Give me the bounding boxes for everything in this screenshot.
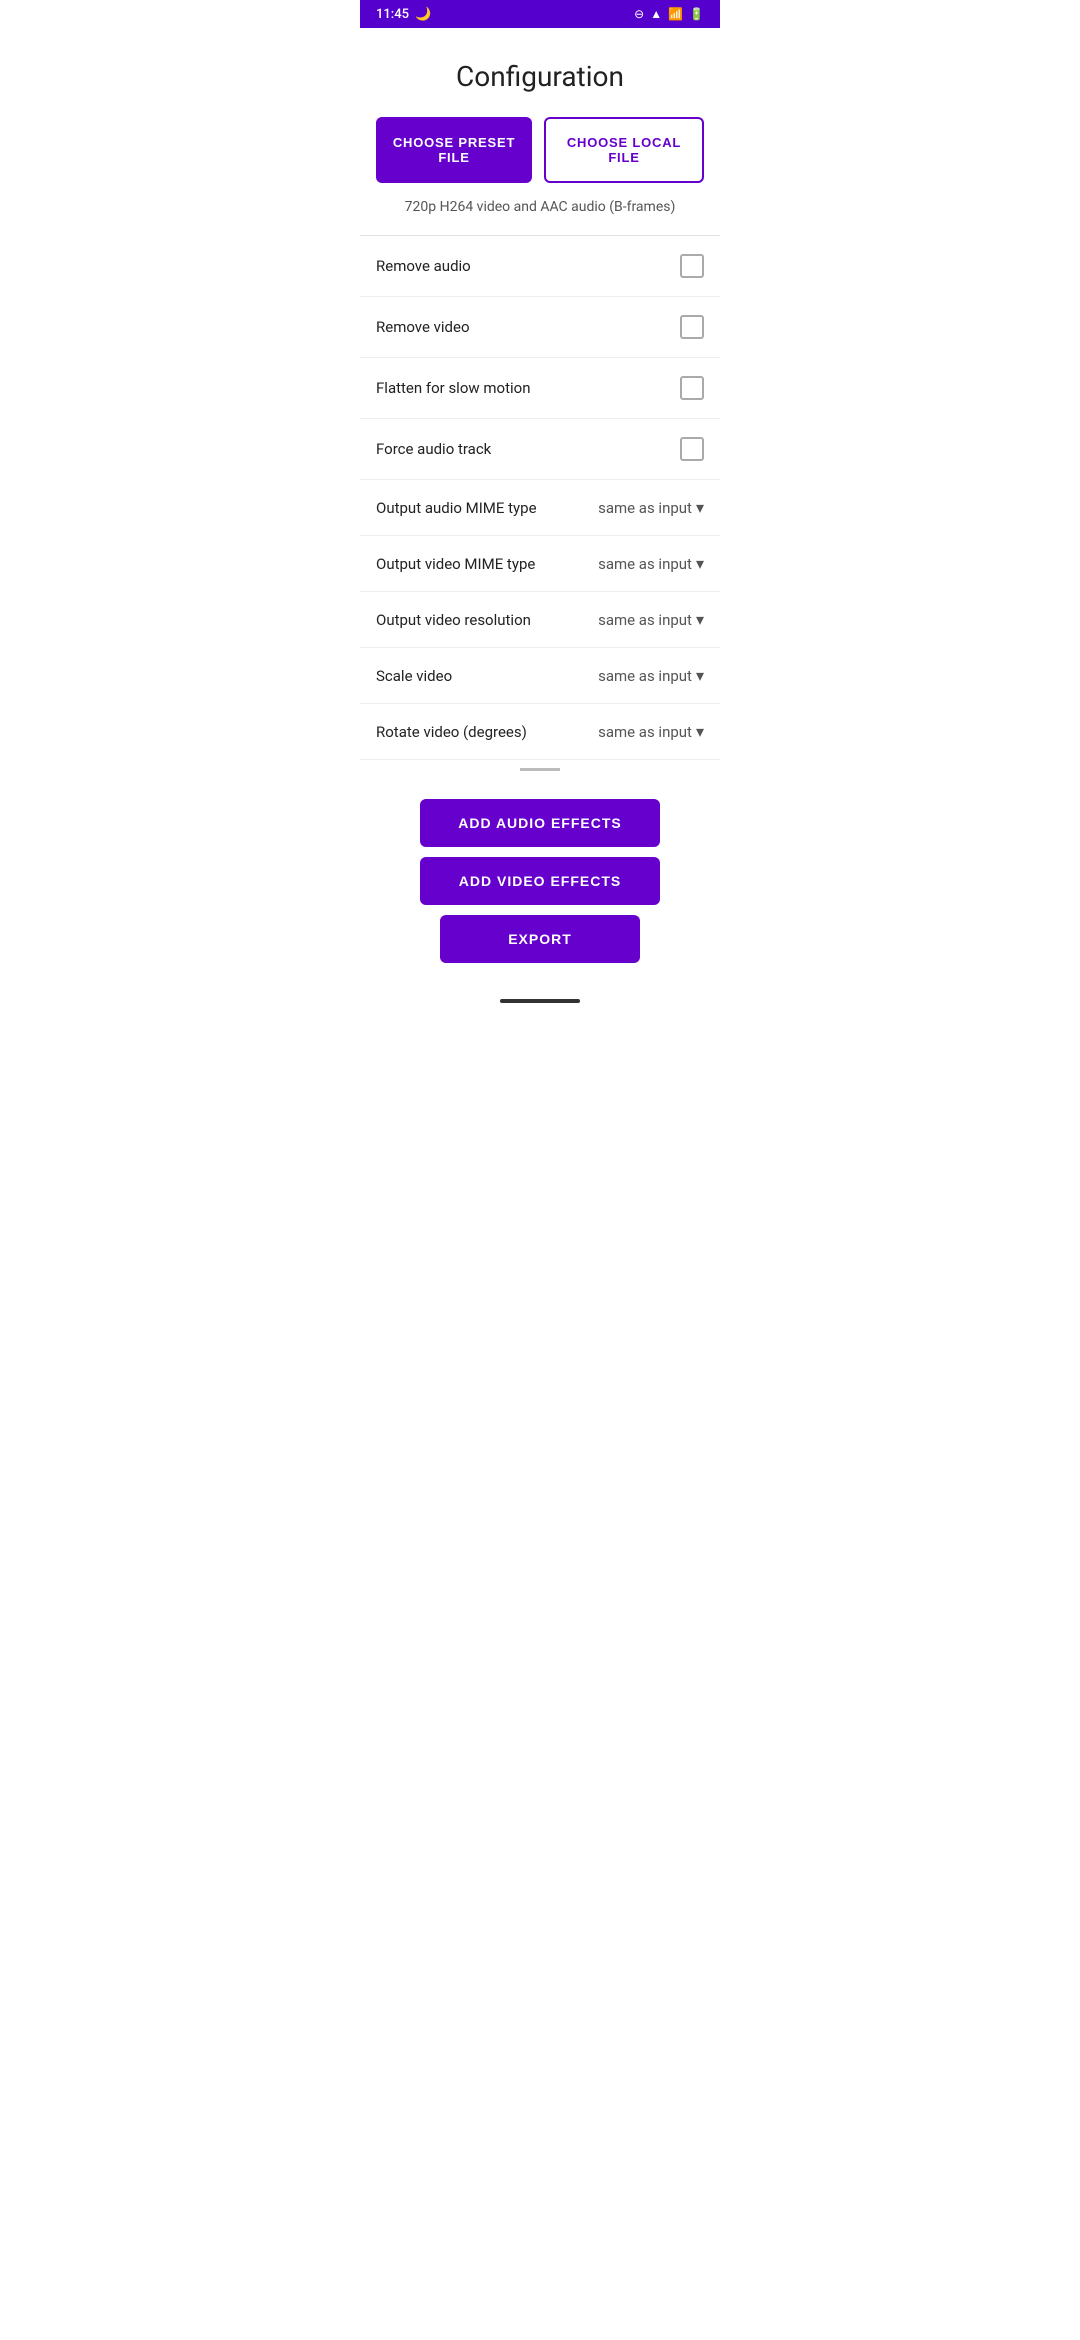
output-audio-mime-arrow-icon: ▾ <box>696 498 704 517</box>
output-video-mime-value: same as input <box>598 555 692 573</box>
output-audio-mime-value: same as input <box>598 499 692 517</box>
rotate-video-arrow-icon: ▾ <box>696 722 704 741</box>
option-output-video-mime: Output video MIME type same as input ▾ <box>360 536 720 592</box>
output-video-resolution-value: same as input <box>598 611 692 629</box>
remove-video-checkbox[interactable] <box>680 315 704 339</box>
option-rotate-video: Rotate video (degrees) same as input ▾ <box>360 704 720 760</box>
signal-icon: 📶 <box>668 7 683 21</box>
option-flatten-slow-motion: Flatten for slow motion <box>360 358 720 419</box>
home-bar <box>500 999 580 1003</box>
option-output-audio-mime: Output audio MIME type same as input ▾ <box>360 480 720 536</box>
choose-local-file-button[interactable]: CHOOSE LOCAL FILE <box>544 117 704 183</box>
output-video-mime-label: Output video MIME type <box>376 555 574 573</box>
remove-audio-checkbox[interactable] <box>680 254 704 278</box>
option-remove-audio: Remove audio <box>360 236 720 297</box>
force-audio-track-checkbox[interactable] <box>680 437 704 461</box>
options-section: Remove audio Remove video Flatten for sl… <box>360 236 720 760</box>
add-video-effects-button[interactable]: ADD VIDEO EFFECTS <box>420 857 660 905</box>
page-title: Configuration <box>360 28 720 117</box>
wifi-icon: ▲ <box>650 7 662 21</box>
flatten-slow-motion-label: Flatten for slow motion <box>376 379 680 397</box>
remove-video-label: Remove video <box>376 318 680 336</box>
flatten-slow-motion-checkbox[interactable] <box>680 376 704 400</box>
output-audio-mime-dropdown[interactable]: same as input ▾ <box>574 498 704 517</box>
rotate-video-dropdown[interactable]: same as input ▾ <box>574 722 704 741</box>
option-force-audio-track: Force audio track <box>360 419 720 480</box>
home-indicator <box>360 987 720 1015</box>
output-video-resolution-label: Output video resolution <box>376 611 574 629</box>
export-button[interactable]: EXPORT <box>440 915 640 963</box>
time-display: 11:45 <box>376 7 409 22</box>
option-remove-video: Remove video <box>360 297 720 358</box>
scale-video-value: same as input <box>598 667 692 685</box>
alarm-icon: ⊖ <box>634 7 644 21</box>
scale-video-arrow-icon: ▾ <box>696 666 704 685</box>
status-time: 11:45 🌙 <box>376 7 431 22</box>
status-icons: ⊖ ▲ 📶 🔋 <box>634 7 704 21</box>
action-buttons-section: ADD AUDIO EFFECTS ADD VIDEO EFFECTS EXPO… <box>360 783 720 987</box>
preset-description: 720p H264 video and AAC audio (B-frames) <box>360 191 720 235</box>
rotate-video-value: same as input <box>598 723 692 741</box>
remove-audio-label: Remove audio <box>376 257 680 275</box>
choose-preset-file-button[interactable]: CHOOSE PRESET FILE <box>376 117 532 183</box>
status-bar: 11:45 🌙 ⊖ ▲ 📶 🔋 <box>360 0 720 28</box>
output-video-resolution-arrow-icon: ▾ <box>696 610 704 629</box>
section-separator <box>520 768 560 771</box>
battery-icon: 🔋 <box>689 7 704 21</box>
file-button-row: CHOOSE PRESET FILE CHOOSE LOCAL FILE <box>360 117 720 191</box>
option-scale-video: Scale video same as input ▾ <box>360 648 720 704</box>
add-audio-effects-button[interactable]: ADD AUDIO EFFECTS <box>420 799 660 847</box>
output-audio-mime-label: Output audio MIME type <box>376 499 574 517</box>
output-video-mime-dropdown[interactable]: same as input ▾ <box>574 554 704 573</box>
output-video-mime-arrow-icon: ▾ <box>696 554 704 573</box>
scale-video-label: Scale video <box>376 667 574 685</box>
output-video-resolution-dropdown[interactable]: same as input ▾ <box>574 610 704 629</box>
rotate-video-label: Rotate video (degrees) <box>376 723 574 741</box>
force-audio-track-label: Force audio track <box>376 440 680 458</box>
moon-icon: 🌙 <box>415 7 431 22</box>
option-output-video-resolution: Output video resolution same as input ▾ <box>360 592 720 648</box>
scale-video-dropdown[interactable]: same as input ▾ <box>574 666 704 685</box>
